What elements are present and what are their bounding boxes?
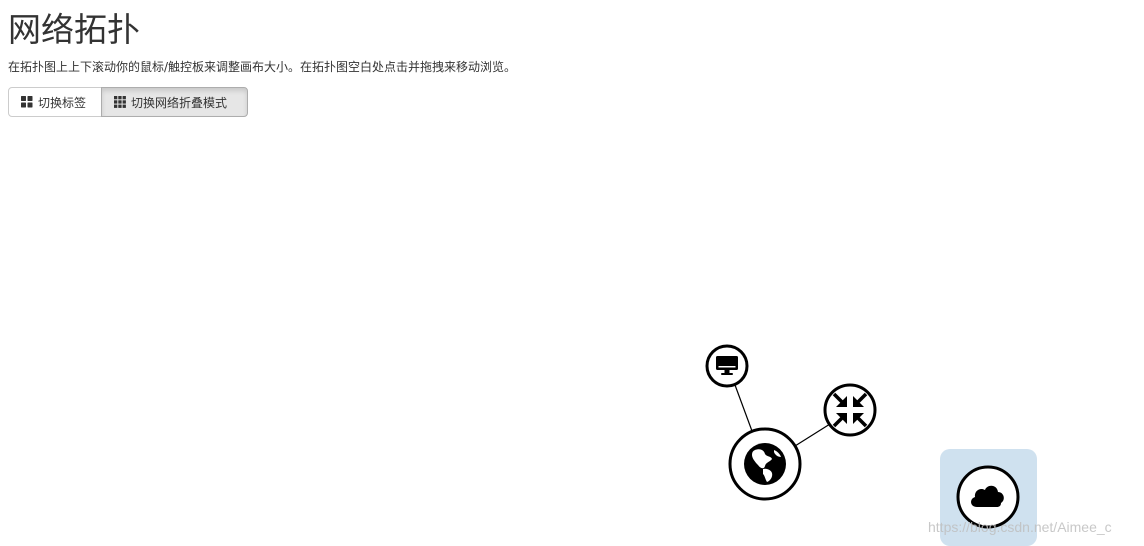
node-external[interactable] <box>956 465 1020 529</box>
node-router[interactable] <box>823 383 877 437</box>
link-router-network <box>794 423 831 447</box>
node-network[interactable] <box>728 427 802 501</box>
topology-canvas[interactable] <box>0 0 1144 546</box>
link-instance-network <box>734 384 753 432</box>
watermark-text: https://blog.csdn.net/Aimee_c <box>928 519 1112 535</box>
node-instance[interactable] <box>705 344 749 388</box>
globe-icon <box>744 443 786 485</box>
